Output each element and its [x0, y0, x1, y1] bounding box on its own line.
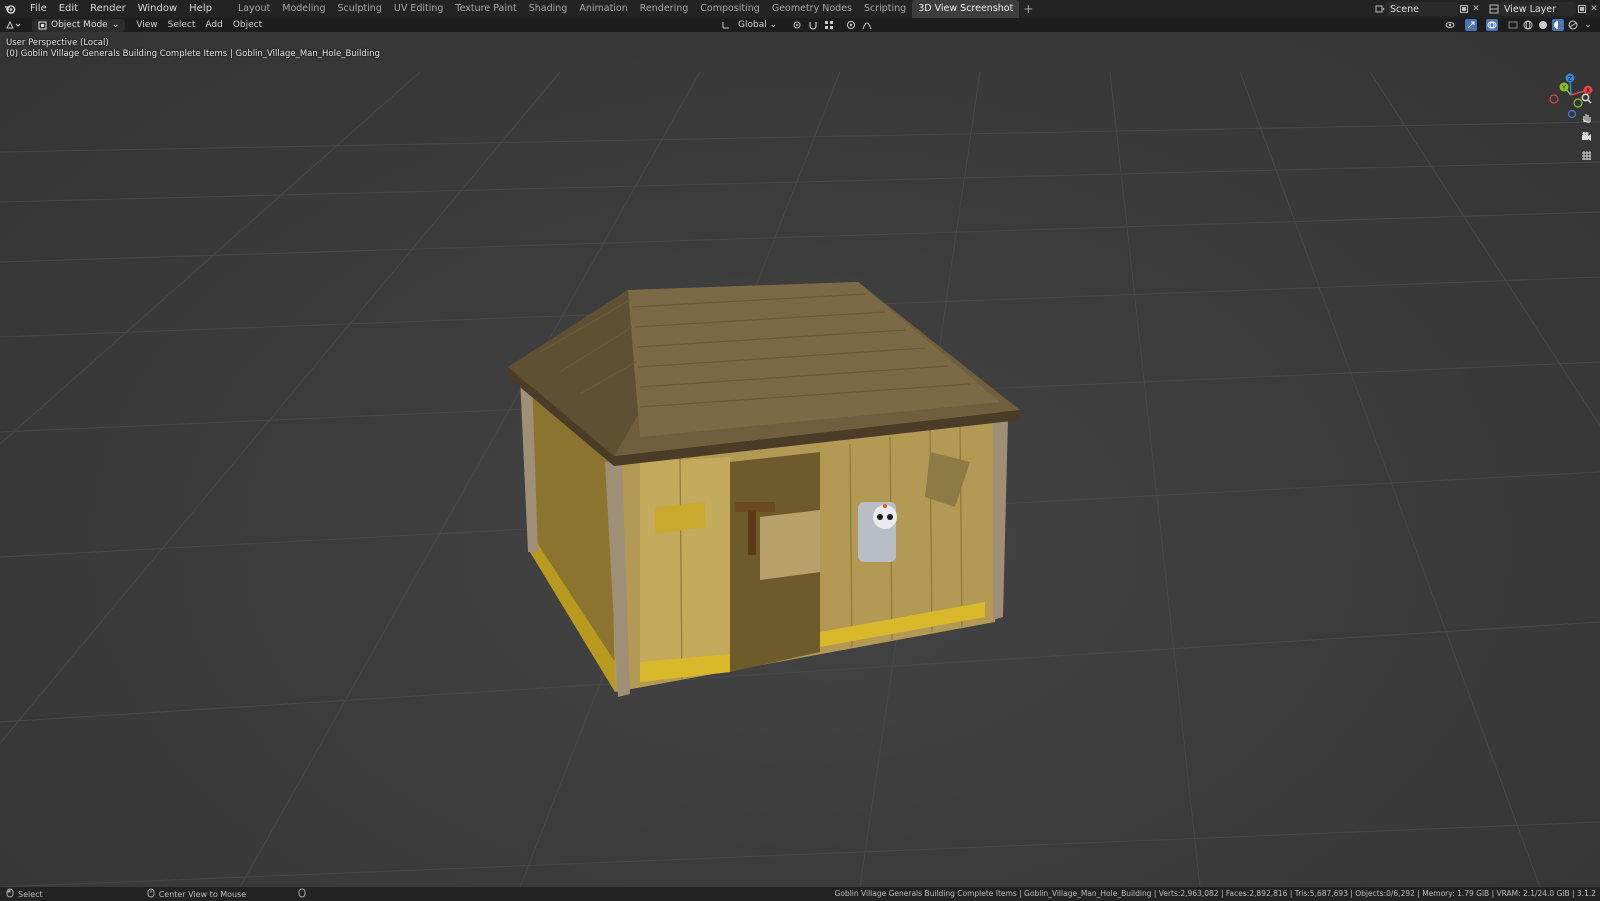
tab-layout[interactable]: Layout	[232, 0, 276, 18]
proportional-falloff-icon[interactable]	[861, 19, 873, 31]
tab-modeling[interactable]: Modeling	[276, 0, 331, 18]
viewport-header: Object Mode ⌄ View Select Add Object Glo…	[0, 18, 1600, 32]
transform-orientation-dropdown[interactable]: Global ⌄	[736, 18, 779, 32]
tab-compositing[interactable]: Compositing	[694, 0, 766, 18]
solid-shading-icon[interactable]	[1537, 19, 1549, 31]
floor-grid	[0, 71, 1600, 887]
ortho-grid-icon[interactable]	[1578, 147, 1594, 163]
scene-browse-icon[interactable]	[1374, 2, 1386, 16]
tab-texture-paint[interactable]: Texture Paint	[449, 0, 522, 18]
perspective-label: User Perspective (Local)	[6, 38, 109, 48]
new-view-layer-icon[interactable]	[1576, 2, 1588, 16]
pivot-point-icon[interactable]	[791, 19, 803, 31]
snap-toggle-icon[interactable]	[807, 19, 819, 31]
wireframe-shading-icon[interactable]	[1522, 19, 1534, 31]
scene-name-field[interactable]: Scene	[1386, 2, 1458, 16]
select-hint: Select	[18, 889, 43, 899]
blender-logo-icon[interactable]	[0, 0, 20, 18]
scene-selector-area: Scene ✕ View Layer ✕	[1374, 0, 1600, 18]
tab-scripting[interactable]: Scripting	[858, 0, 912, 18]
menu-add[interactable]: Add	[200, 18, 227, 32]
chevron-down-icon: ⌄	[111, 20, 120, 30]
workspace-tabs: Layout Modeling Sculpting UV Editing Tex…	[232, 0, 1037, 18]
pan-hand-icon[interactable]	[1578, 109, 1594, 125]
proportional-edit-icon[interactable]	[845, 19, 857, 31]
transform-orientation-icon	[720, 19, 732, 31]
transform-tools: Global ⌄	[720, 18, 873, 32]
editor-type-icon[interactable]	[0, 18, 26, 32]
menu-file[interactable]: File	[24, 0, 53, 18]
add-workspace-button[interactable]: +	[1019, 0, 1037, 18]
y-axis-label: Y	[1561, 85, 1566, 92]
top-bar: File Edit Render Window Help Layout Mode…	[0, 0, 1600, 18]
tab-animation[interactable]: Animation	[573, 0, 633, 18]
main-menu: File Edit Render Window Help	[24, 0, 218, 18]
menu-edit[interactable]: Edit	[53, 0, 84, 18]
scene-statistics: Goblin Village Generals Building Complet…	[834, 889, 1596, 898]
camera-view-icon[interactable]	[1578, 128, 1594, 144]
material-preview-icon[interactable]	[1552, 19, 1564, 31]
skull-banner	[858, 502, 897, 562]
scene-name: Scene	[1390, 3, 1419, 15]
shading-options-chevron-icon[interactable]: ⌄	[1582, 19, 1594, 31]
tab-sculpting[interactable]: Sculpting	[331, 0, 387, 18]
menu-render[interactable]: Render	[84, 0, 132, 18]
delete-view-layer-icon[interactable]: ✕	[1588, 2, 1600, 16]
mouse-middle-icon	[147, 888, 155, 900]
delete-scene-icon[interactable]: ✕	[1470, 2, 1482, 16]
tab-rendering[interactable]: Rendering	[634, 0, 695, 18]
object-mode-label: Object Mode	[51, 20, 108, 30]
object-mode-dropdown[interactable]: Object Mode ⌄	[32, 18, 126, 32]
show-overlays-icon[interactable]	[1486, 19, 1498, 31]
menu-select[interactable]: Select	[163, 18, 201, 32]
snap-target-icon[interactable]	[823, 19, 835, 31]
menu-view[interactable]: View	[131, 18, 162, 32]
tab-shading[interactable]: Shading	[523, 0, 574, 18]
goblin-building-model[interactable]	[508, 282, 1020, 697]
status-bar: Select Center View to Mouse Goblin Villa…	[0, 887, 1600, 901]
show-gizmo-icon[interactable]	[1465, 19, 1477, 31]
xray-toggle-icon[interactable]	[1507, 19, 1519, 31]
new-scene-icon[interactable]	[1458, 2, 1470, 16]
mouse-left-icon	[6, 888, 14, 900]
menu-help[interactable]: Help	[183, 0, 218, 18]
menu-object[interactable]: Object	[228, 18, 267, 32]
rendered-shading-icon[interactable]	[1567, 19, 1579, 31]
transform-orientation-label: Global	[738, 20, 767, 30]
active-object-label: (0) Goblin Village Generals Building Com…	[6, 49, 380, 59]
menu-window[interactable]: Window	[132, 0, 183, 18]
object-mode-icon	[38, 21, 47, 29]
visibility-selectability-icon[interactable]	[1444, 19, 1456, 31]
3d-viewport[interactable]: User Perspective (Local) (0) Goblin Vill…	[0, 32, 1600, 887]
view-layer-field[interactable]: View Layer	[1500, 2, 1576, 16]
status-hints: Select Center View to Mouse	[6, 888, 306, 900]
view-layer-name: View Layer	[1504, 3, 1557, 15]
tab-3d-view-screenshot[interactable]: 3D View Screenshot	[912, 0, 1020, 18]
tab-geometry-nodes[interactable]: Geometry Nodes	[766, 0, 858, 18]
mouse-right-icon	[298, 888, 306, 900]
center-view-hint: Center View to Mouse	[158, 889, 247, 899]
tab-uv-editing[interactable]: UV Editing	[388, 0, 450, 18]
viewport-display-tools: ⌄	[1444, 18, 1594, 32]
view-layer-browse-icon[interactable]	[1488, 2, 1500, 16]
z-axis-label: Z	[1568, 76, 1572, 83]
zoom-icon[interactable]	[1578, 90, 1594, 106]
